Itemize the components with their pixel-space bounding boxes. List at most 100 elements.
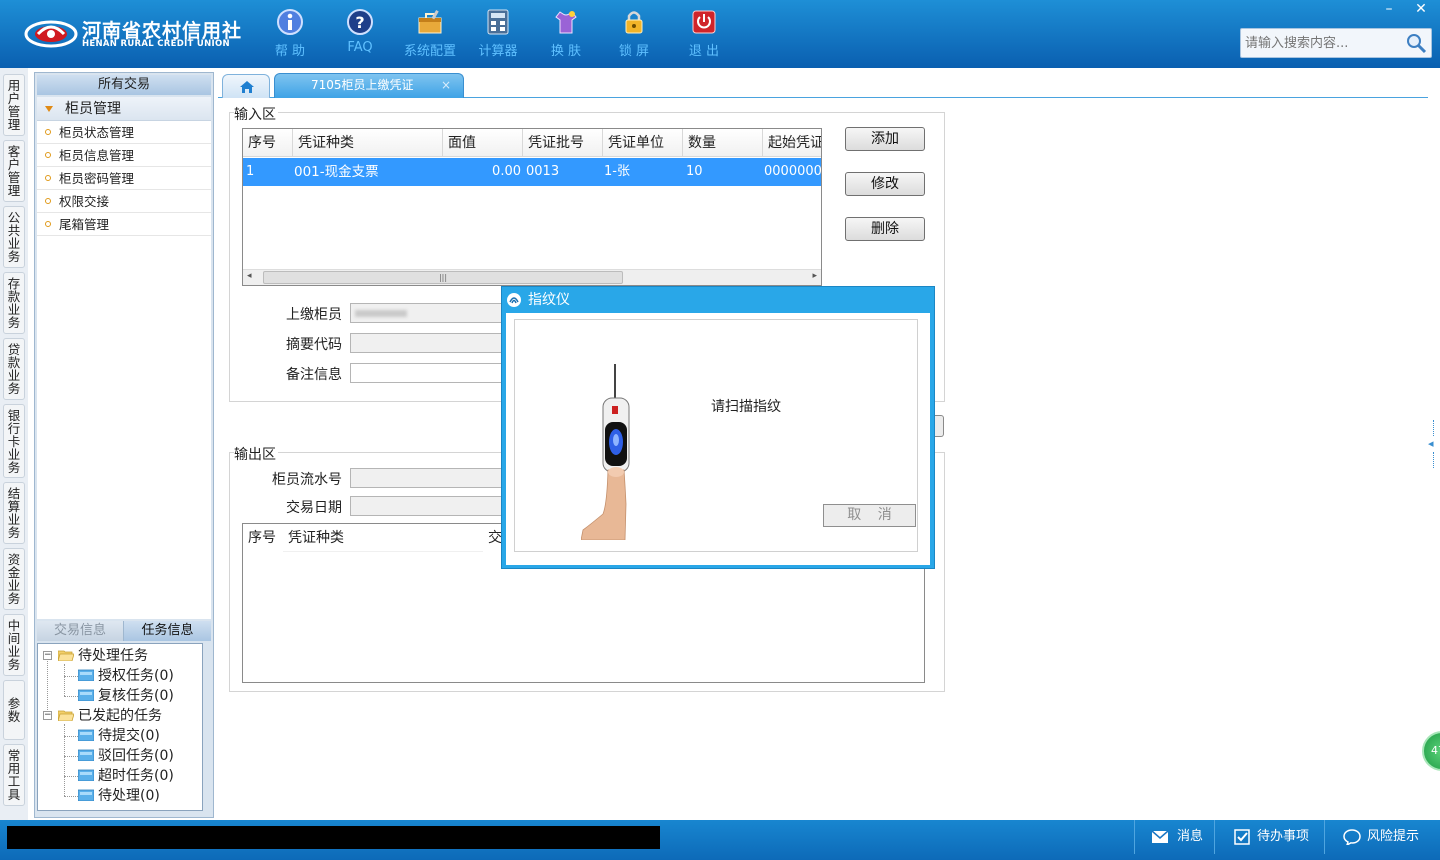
status-message-bar [7, 826, 660, 849]
transaction-menu: 柜员管理 柜员状态管理 柜员信息管理 柜员密码管理 权限交接 尾箱管理 [37, 97, 211, 619]
todo-button[interactable]: 待办事项 [1214, 820, 1324, 854]
exit-button[interactable]: 退 出 [670, 8, 738, 59]
risk-alert-button[interactable]: 风险提示 [1324, 820, 1440, 854]
vtab-common-tools[interactable]: 常用工具 [3, 744, 25, 806]
tree-node-pending-tasks[interactable]: 待处理任务 [58, 646, 148, 666]
column-header: 凭证种类 [283, 524, 483, 552]
search-icon[interactable] [1405, 32, 1427, 54]
transaction-date-label: 交易日期 [286, 500, 342, 516]
table-cell: 0013 [526, 164, 560, 179]
tree-node-timeout[interactable]: 超时任务(0) [78, 766, 174, 786]
menu-item-teller-password[interactable]: 柜员密码管理 [37, 167, 211, 190]
system-config-button[interactable]: 系统配置 [396, 8, 464, 59]
tab-close-icon[interactable]: × [441, 74, 451, 97]
floating-assistant-button[interactable]: 47 [1422, 731, 1440, 771]
delete-button[interactable]: 删除 [845, 217, 925, 241]
tree-node-rejected[interactable]: 驳回任务(0) [78, 746, 174, 766]
transaction-date-field[interactable] [350, 496, 502, 516]
tree-node-authorize-tasks[interactable]: 授权任务(0) [78, 666, 174, 686]
modify-button[interactable]: 修改 [845, 172, 925, 196]
dialog-titlebar: 指纹仪 [506, 289, 570, 311]
all-transactions-header: 所有交易 [37, 75, 211, 95]
table-cell: 0.00 [492, 164, 521, 179]
remark-field[interactable] [350, 363, 502, 383]
tree-line [64, 776, 78, 777]
column-header: 面值 [443, 129, 523, 157]
vtab-deposit-business[interactable]: 存款业务 [3, 272, 25, 334]
tree-line [64, 724, 65, 796]
collapse-toggle-icon[interactable]: − [43, 651, 52, 660]
faq-button[interactable]: ? FAQ [326, 8, 394, 55]
cancel-button[interactable]: 取 消 [823, 504, 916, 527]
vtab-bank-card-business[interactable]: 银行卡业务 [3, 404, 25, 478]
calculator-button[interactable]: 计算器 [464, 8, 532, 59]
toolbox-icon [418, 10, 442, 34]
menu-item-teller-info[interactable]: 柜员信息管理 [37, 144, 211, 167]
tree-node-to-submit[interactable]: 待提交(0) [78, 726, 160, 746]
vtab-funds-business[interactable]: 资金业务 [3, 548, 25, 610]
submitting-teller-field[interactable] [350, 303, 502, 323]
table-row[interactable]: 1 001-现金支票 0.00 0013 1-张 10 000000000 [243, 158, 822, 186]
vtab-loan-business[interactable]: 贷款业务 [3, 338, 25, 400]
dialog-frame: 请扫描指纹 取 消 [514, 319, 918, 552]
help-button[interactable]: 帮 助 [256, 8, 324, 59]
lock-screen-button[interactable]: 锁 屏 [600, 8, 668, 59]
bullet-icon [45, 175, 51, 181]
minimize-button[interactable]: – [1374, 0, 1404, 18]
folder-icon [78, 749, 94, 761]
folder-open-icon [58, 650, 74, 661]
change-skin-label: 换 肤 [550, 44, 582, 59]
scrollbar-thumb[interactable]: ||| [263, 271, 623, 284]
dialog-body: 请扫描指纹 取 消 [506, 313, 930, 565]
bank-logo: 河南省农村信用社 HENAN RURAL CREDIT UNION [24, 14, 241, 54]
vtab-intermediary-business[interactable]: 中间业务 [3, 614, 25, 676]
vtab-customer-management[interactable]: 客户管理 [3, 140, 25, 202]
teller-serial-field[interactable] [350, 468, 502, 488]
vtab-user-management[interactable]: 用户管理 [3, 74, 25, 136]
vtab-public-business[interactable]: 公共业务 [3, 206, 25, 268]
close-window-button[interactable]: ✕ [1406, 0, 1436, 18]
menu-item-permission-handover[interactable]: 权限交接 [37, 190, 211, 213]
dotted-line [1433, 452, 1434, 468]
menu-item-cash-box[interactable]: 尾箱管理 [37, 213, 211, 236]
tree-node-initiated-tasks[interactable]: 已发起的任务 [58, 706, 162, 726]
svg-text:?: ? [355, 13, 364, 32]
task-tree: − 待处理任务 授权任务(0) 复核任务(0) − 已发起的任务 待提交(0) … [37, 643, 203, 811]
table-cell: 000000000 [764, 164, 822, 179]
menu-item-teller-status[interactable]: 柜员状态管理 [37, 121, 211, 144]
tab-teller-submit-voucher[interactable]: 7105柜员上缴凭证 × [274, 73, 464, 98]
lock-icon [625, 11, 643, 34]
column-header: 序号 [243, 129, 293, 157]
tree-node-to-process[interactable]: 待处理(0) [78, 786, 160, 806]
search-input[interactable] [1241, 29, 1401, 57]
bullet-icon [45, 198, 51, 204]
scroll-left-arrow-icon[interactable]: ◂ [247, 271, 252, 281]
summary-code-field[interactable] [350, 333, 502, 353]
horizontal-scrollbar[interactable]: ◂ ||| ▸ [243, 269, 821, 285]
menu-group-teller-management[interactable]: 柜员管理 [37, 97, 211, 121]
folder-icon [78, 769, 94, 781]
summary-code-label: 摘要代码 [286, 337, 342, 353]
collapse-toggle-icon[interactable]: − [43, 711, 52, 720]
logo-english-text: HENAN RURAL CREDIT UNION [82, 39, 230, 49]
tab-transaction-info[interactable]: 交易信息 [37, 621, 124, 641]
bullet-icon [45, 221, 51, 227]
tab-home[interactable] [222, 74, 270, 98]
collapse-side-arrow-icon[interactable]: ◂ [1428, 420, 1440, 470]
column-header: 序号 [243, 524, 283, 552]
tree-node-review-tasks[interactable]: 复核任务(0) [78, 686, 174, 706]
folder-icon [78, 689, 94, 701]
vtab-settlement-business[interactable]: 结算业务 [3, 482, 25, 544]
folder-open-icon [58, 710, 74, 721]
vtab-parameters[interactable]: 参数 [3, 680, 25, 740]
add-button[interactable]: 添加 [845, 127, 925, 151]
change-skin-button[interactable]: 换 肤 [532, 8, 600, 59]
messages-button[interactable]: 消息 [1134, 820, 1214, 854]
scroll-right-arrow-icon[interactable]: ▸ [812, 271, 817, 281]
calculator-label: 计算器 [478, 44, 518, 59]
chevron-left-icon: ◂ [1428, 437, 1434, 450]
top-header: 河南省农村信用社 HENAN RURAL CREDIT UNION 帮 助 ? … [0, 0, 1440, 68]
search-box [1240, 28, 1432, 58]
tab-task-info[interactable]: 任务信息 [124, 621, 211, 641]
tree-line [64, 796, 78, 797]
